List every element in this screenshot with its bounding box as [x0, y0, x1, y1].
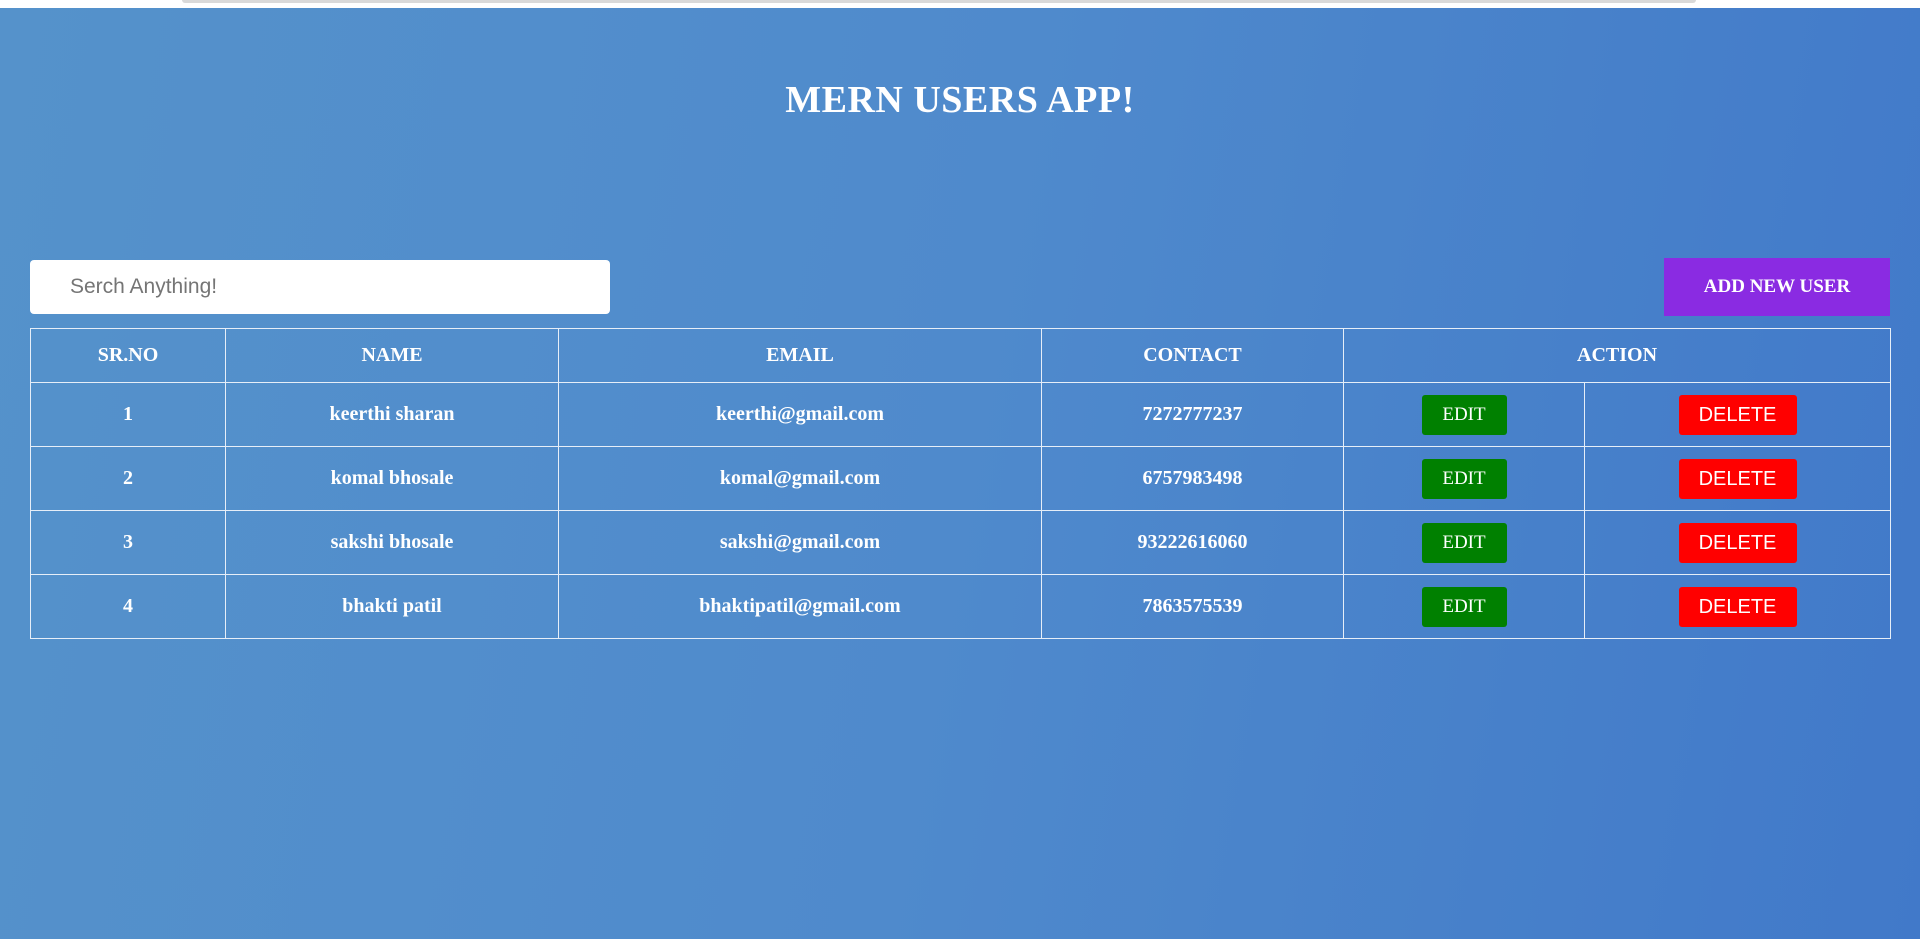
delete-button[interactable]: DELETE	[1678, 458, 1797, 499]
cell-name: bhakti patil	[225, 574, 559, 639]
table-row: 3 sakshi bhosale sakshi@gmail.com 932226…	[30, 510, 1892, 575]
edit-button[interactable]: EDIT	[1421, 458, 1507, 499]
cell-email: komal@gmail.com	[558, 446, 1042, 511]
cell-sr-no: 2	[30, 446, 226, 511]
cell-sr-no: 4	[30, 574, 226, 639]
cell-delete: DELETE	[1583, 574, 1892, 639]
page-title: MERN USERS APP!	[785, 79, 1135, 121]
delete-button[interactable]: DELETE	[1678, 394, 1797, 435]
add-new-user-button[interactable]: ADD NEW USER	[1664, 258, 1890, 316]
header-name: NAME	[225, 328, 559, 383]
delete-button[interactable]: DELETE	[1678, 522, 1797, 563]
cell-email: bhaktipatil@gmail.com	[558, 574, 1042, 639]
cell-delete: DELETE	[1583, 446, 1892, 511]
cell-edit: EDIT	[1343, 446, 1585, 511]
delete-button[interactable]: DELETE	[1678, 586, 1797, 627]
scroll-indicator	[182, 0, 1696, 3]
cell-edit: EDIT	[1343, 382, 1585, 447]
cell-email: sakshi@gmail.com	[558, 510, 1042, 575]
edit-button[interactable]: EDIT	[1421, 394, 1507, 435]
search-input[interactable]	[30, 260, 610, 314]
cell-edit: EDIT	[1343, 510, 1585, 575]
cell-delete: DELETE	[1583, 510, 1892, 575]
users-table: SR.NO NAME EMAIL CONTACT ACTION 1 keerth…	[30, 328, 1892, 639]
table-row: 2 komal bhosale komal@gmail.com 67579834…	[30, 446, 1892, 511]
cell-name: keerthi sharan	[225, 382, 559, 447]
cell-name: komal bhosale	[225, 446, 559, 511]
cell-contact: 6757983498	[1041, 446, 1344, 511]
cell-sr-no: 1	[30, 382, 226, 447]
edit-button[interactable]: EDIT	[1421, 522, 1507, 563]
table-row: 4 bhakti patil bhaktipatil@gmail.com 786…	[30, 574, 1892, 639]
table-row: 1 keerthi sharan keerthi@gmail.com 72727…	[30, 382, 1892, 447]
header-action: ACTION	[1342, 328, 1892, 383]
table-header-row: SR.NO NAME EMAIL CONTACT ACTION	[30, 328, 1892, 383]
cell-contact: 7272777237	[1041, 382, 1344, 447]
browser-top-strip	[0, 0, 1920, 8]
edit-button[interactable]: EDIT	[1421, 586, 1507, 627]
cell-contact: 93222616060	[1041, 510, 1344, 575]
cell-email: keerthi@gmail.com	[558, 382, 1042, 447]
header-sr-no: SR.NO	[30, 328, 226, 383]
cell-delete: DELETE	[1583, 382, 1892, 447]
cell-sr-no: 3	[30, 510, 226, 575]
header-contact: CONTACT	[1041, 328, 1344, 383]
header-email: EMAIL	[558, 328, 1042, 383]
cell-contact: 7863575539	[1041, 574, 1344, 639]
cell-name: sakshi bhosale	[225, 510, 559, 575]
cell-edit: EDIT	[1343, 574, 1585, 639]
